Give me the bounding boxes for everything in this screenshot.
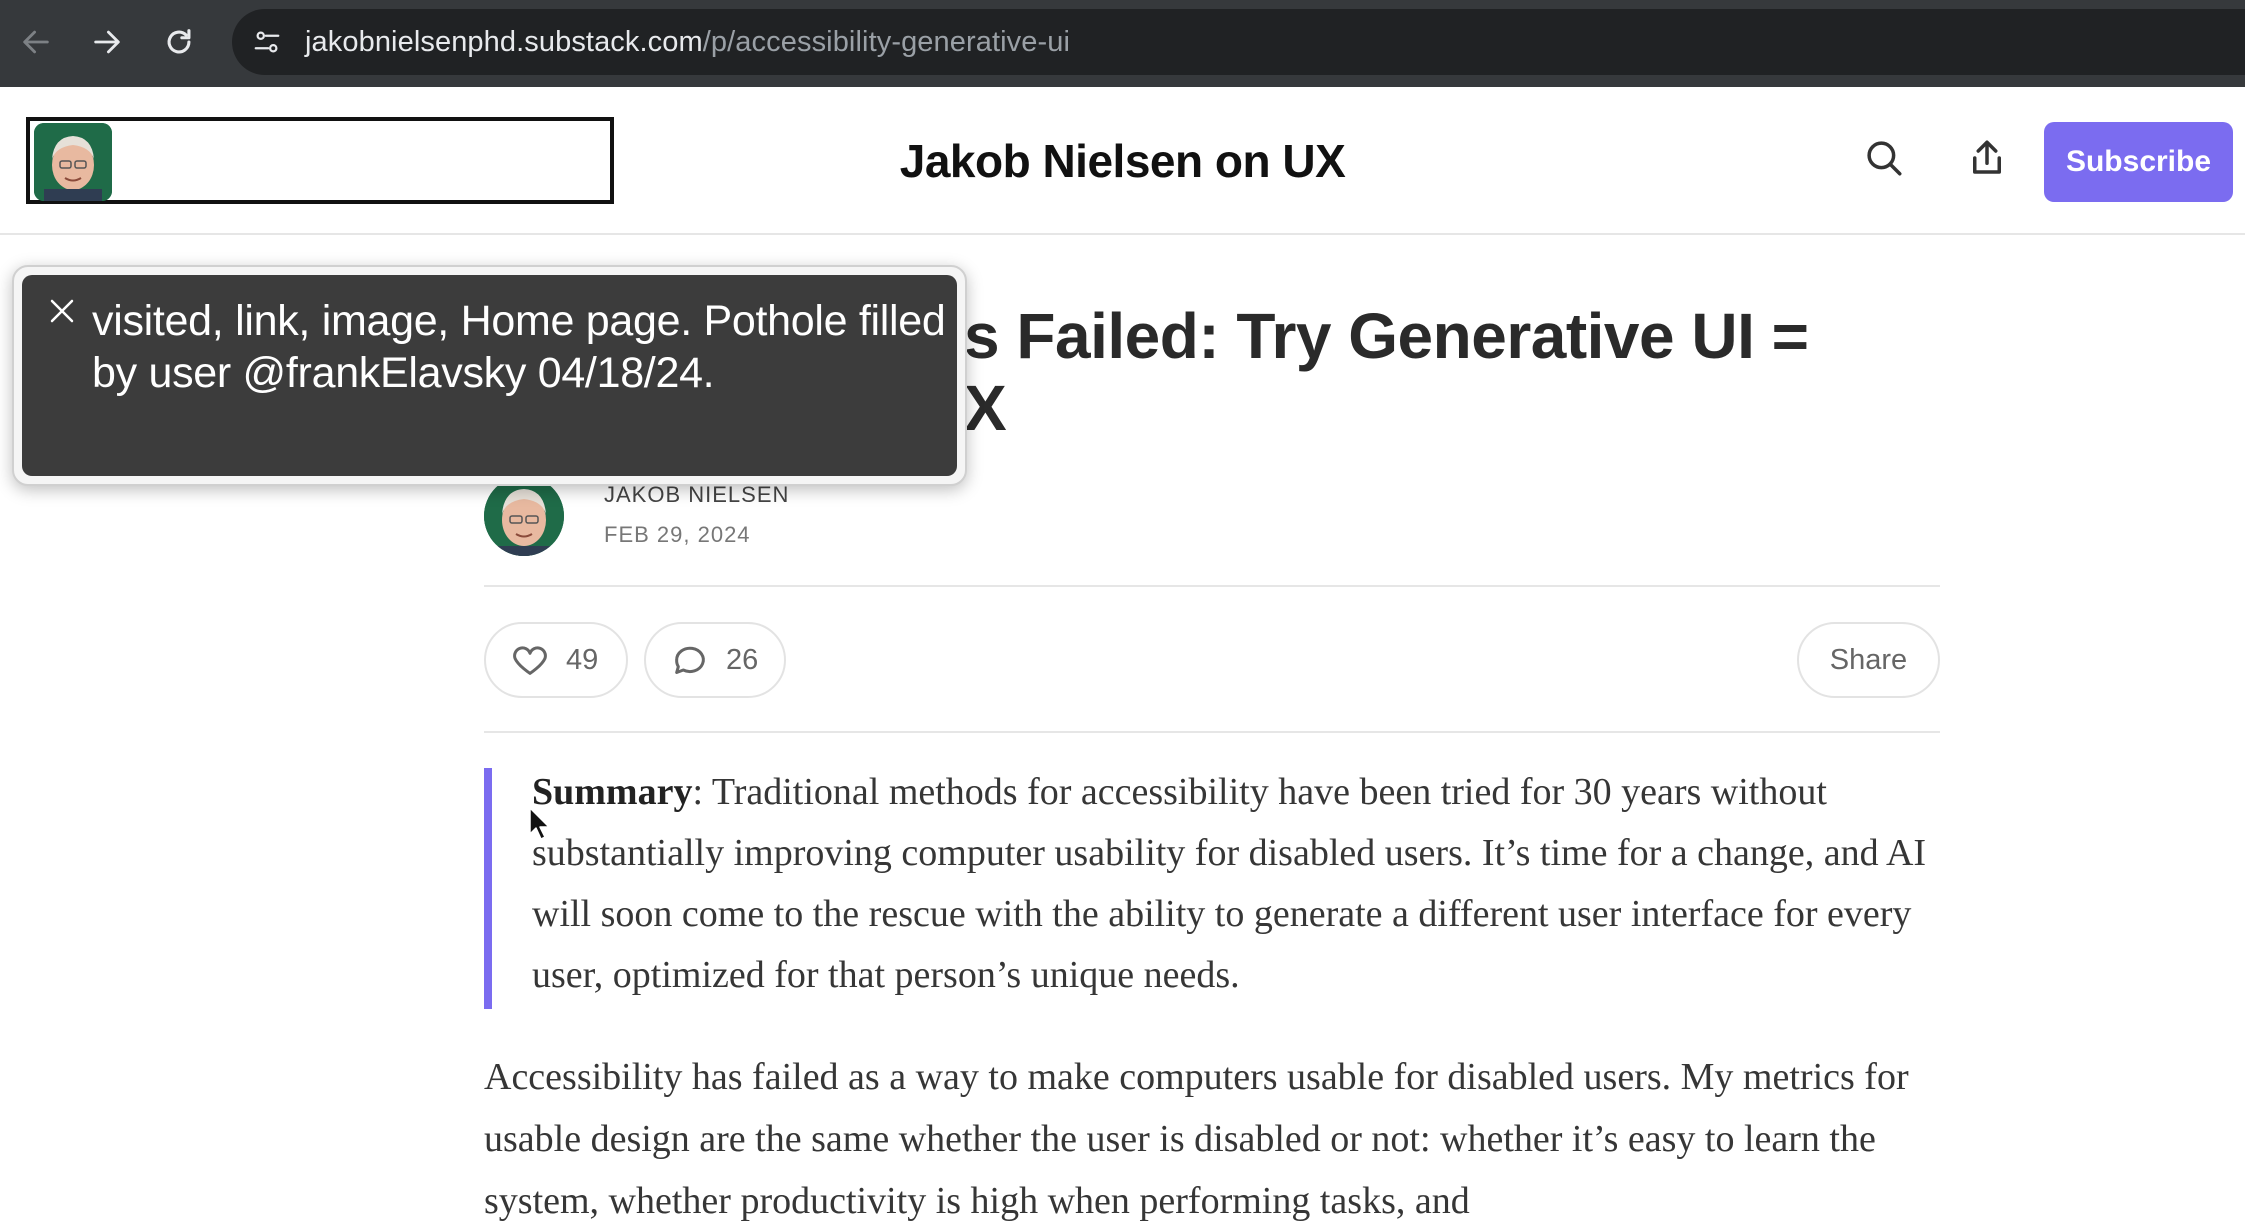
share-upload-icon [1973,140,2001,174]
share-post-button[interactable]: Share [1797,622,1940,698]
share-button[interactable] [1955,126,2019,190]
summary-accent-bar [484,768,492,1009]
publish-date: FEB 29, 2024 [604,522,751,547]
url-path: /p/accessibility-generative-ui [702,26,1071,58]
address-bar[interactable]: jakobnielsenphd.substack.com/p/accessibi… [232,9,2245,75]
reload-icon [167,29,191,54]
search-icon [1867,141,1902,176]
like-count: 49 [566,643,599,676]
url-host: jakobnielsenphd.substack.com [305,26,703,58]
comment-bubble-icon [675,646,705,674]
summary-blockquote: Summary: Traditional methods for accessi… [532,762,1952,1006]
comment-count: 26 [726,643,759,676]
close-button[interactable] [44,293,80,329]
close-icon [50,299,74,323]
like-button[interactable]: 49 [484,622,628,698]
forward-arrow-icon [94,30,120,54]
author-avatar[interactable] [484,476,564,556]
heart-icon [513,646,547,675]
site-header: Jakob Nielsen on UX Subscribe [0,88,2245,235]
annotation-popup: visited, link, image, Home page. Pothole… [12,265,967,486]
summary-label: Summary [532,771,693,813]
summary-text: : Traditional methods for accessibility … [532,771,1927,996]
divider [484,585,1940,587]
browser-toolbar: jakobnielsenphd.substack.com/p/accessibi… [0,0,2245,87]
site-settings-icon[interactable] [248,23,286,61]
divider [484,731,1940,733]
reload-button[interactable] [157,20,201,64]
article-body-paragraph: Accessibility has failed as a way to mak… [484,1056,1909,1222]
subscribe-button[interactable]: Subscribe [2044,122,2233,202]
mouse-cursor-icon [529,807,550,840]
search-button[interactable] [1852,126,1916,190]
annotation-popup-body: visited, link, image, Home page. Pothole… [22,275,957,476]
comments-button[interactable]: 26 [644,622,786,698]
url-text[interactable]: jakobnielsenphd.substack.com/p/accessibi… [305,23,1070,61]
annotation-text: visited, link, image, Home page. Pothole… [92,297,946,397]
back-button[interactable] [14,20,58,64]
back-arrow-icon [23,30,49,54]
forward-button[interactable] [85,20,129,64]
